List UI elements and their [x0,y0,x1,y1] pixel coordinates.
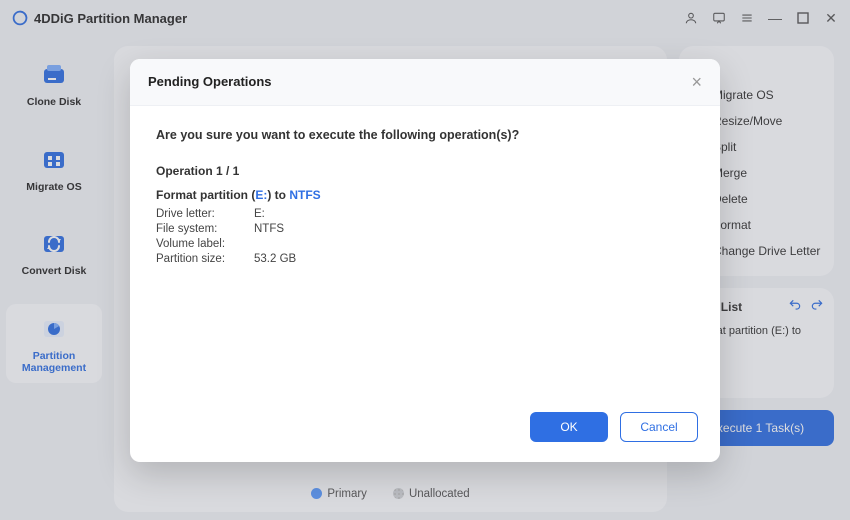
modal-title: Pending Operations [148,74,272,89]
kv-volume-label: Volume label: [156,238,694,250]
kv-drive-letter: Drive letter:E: [156,208,694,220]
modal-prompt: Are you sure you want to execute the fol… [156,128,694,142]
kv-file-system: File system:NTFS [156,223,694,235]
ok-button[interactable]: OK [530,412,608,442]
modal-overlay: Pending Operations × Are you sure you wa… [0,0,850,520]
operation-index: Operation 1 / 1 [156,164,694,178]
kv-partition-size: Partition size:53.2 GB [156,253,694,265]
operation-summary: Format partition (E:) to NTFS [156,188,694,202]
close-icon[interactable]: × [691,73,702,91]
pending-operations-dialog: Pending Operations × Are you sure you wa… [130,59,720,462]
cancel-button[interactable]: Cancel [620,412,698,442]
